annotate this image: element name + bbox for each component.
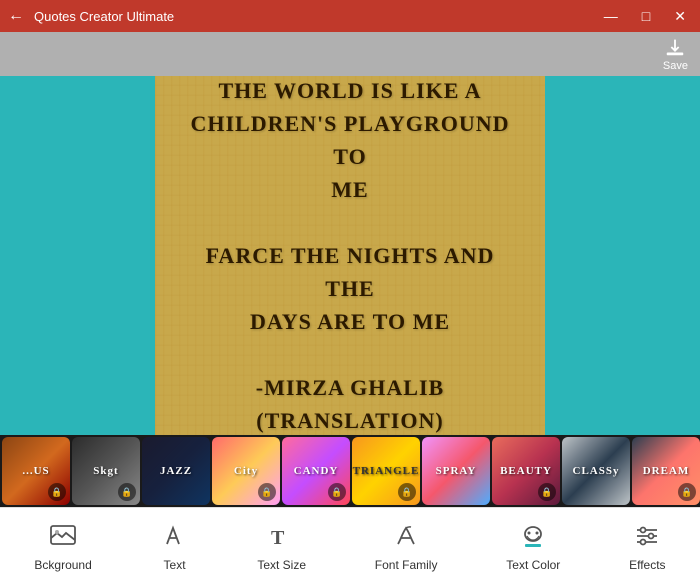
theme-item-city[interactable]: City🔒: [212, 437, 280, 505]
minimize-button[interactable]: —: [598, 6, 624, 26]
close-button[interactable]: ✕: [668, 6, 692, 27]
theme-label-candy: CANDY: [294, 465, 339, 477]
theme-item-candy[interactable]: CANDY 🔒: [282, 437, 350, 505]
canvas-area: The World is Like a Children's Playgroun…: [0, 76, 700, 435]
theme-item-beauty[interactable]: BEAUTY 🔒: [492, 437, 560, 505]
titlebar-controls: — □ ✕: [598, 6, 692, 27]
effects-label: Effects: [629, 558, 665, 572]
lock-icon-beauty: 🔒: [538, 483, 556, 501]
theme-label-spray: SPRAY: [436, 465, 477, 477]
theme-label-skgt: Skgt: [93, 465, 118, 477]
theme-strip: ...US🔒Skgt🔒JAZZCity🔒CANDY🔒TRIANGLE🔒SPRAY…: [0, 435, 700, 507]
theme-item-classy[interactable]: CLASSy: [562, 437, 630, 505]
lock-icon-skgt: 🔒: [118, 483, 136, 501]
save-icon: [664, 36, 686, 58]
background-label: Bckground: [34, 558, 91, 572]
theme-label-classy: CLASSy: [573, 465, 620, 477]
bottom-toolbar: Bckground Text T Text Size Font Family: [0, 507, 700, 585]
lock-icon-dream: 🔒: [678, 483, 696, 501]
theme-label-beauty: BEAUTY: [500, 465, 552, 477]
font-family-tool[interactable]: Font Family: [365, 516, 448, 578]
theme-item-skgt[interactable]: Skgt🔒: [72, 437, 140, 505]
maximize-button[interactable]: □: [636, 6, 656, 26]
text-size-label: Text Size: [257, 558, 306, 572]
save-button[interactable]: Save: [663, 36, 688, 72]
theme-label-dream: DREAM: [643, 465, 690, 477]
text-icon: [161, 522, 189, 554]
app-title: Quotes Creator Ultimate: [34, 9, 174, 24]
theme-item-jazz[interactable]: JAZZ: [142, 437, 210, 505]
quote-text: The World is Like a Children's Playgroun…: [155, 76, 545, 435]
theme-label-us: ...US: [22, 465, 49, 477]
top-toolbar: Save: [0, 32, 700, 76]
background-icon: [49, 522, 77, 554]
text-size-tool[interactable]: T Text Size: [247, 516, 316, 578]
back-icon[interactable]: ←: [8, 7, 24, 25]
effects-icon: [633, 522, 661, 554]
theme-label-city: City: [234, 465, 258, 477]
lock-icon-triangle: 🔒: [398, 483, 416, 501]
lock-icon-city: 🔒: [258, 483, 276, 501]
theme-item-spray[interactable]: SPRAY: [422, 437, 490, 505]
theme-item-dream[interactable]: DREAM 🔒: [632, 437, 700, 505]
text-size-icon: T: [268, 522, 296, 554]
theme-label-triangle: TRIANGLE: [353, 465, 420, 477]
theme-item-triangle[interactable]: TRIANGLE 🔒: [352, 437, 420, 505]
theme-item-us[interactable]: ...US 🔒: [2, 437, 70, 505]
lock-icon-candy: 🔒: [328, 483, 346, 501]
text-tool[interactable]: Text: [151, 516, 199, 578]
effects-tool[interactable]: Effects: [619, 516, 675, 578]
svg-text:T: T: [271, 527, 285, 549]
text-label: Text: [164, 558, 186, 572]
background-tool[interactable]: Bckground: [24, 516, 101, 578]
titlebar: ← Quotes Creator Ultimate — □ ✕: [0, 0, 700, 32]
lock-icon-us: 🔒: [48, 483, 66, 501]
text-color-tool[interactable]: Text Color: [496, 516, 570, 578]
text-color-label: Text Color: [506, 558, 560, 572]
font-family-icon: [392, 522, 420, 554]
theme-label-jazz: JAZZ: [160, 465, 192, 477]
font-family-label: Font Family: [375, 558, 438, 572]
quote-canvas: The World is Like a Children's Playgroun…: [155, 76, 545, 435]
text-color-icon: [519, 522, 547, 554]
titlebar-left: ← Quotes Creator Ultimate: [8, 7, 174, 25]
save-label: Save: [663, 60, 688, 72]
